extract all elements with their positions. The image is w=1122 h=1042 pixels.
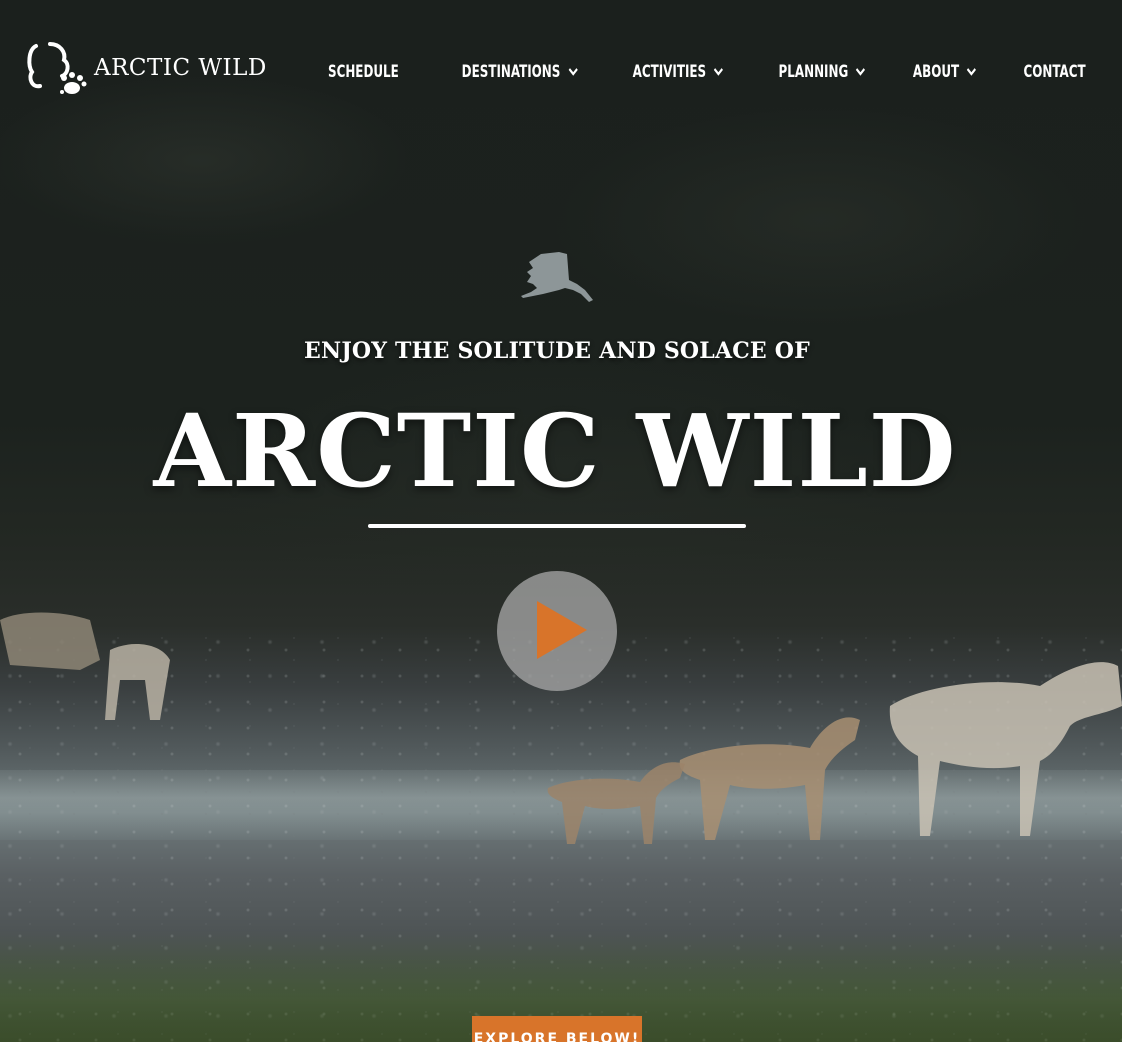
- nav-item-contact[interactable]: CONTACT: [1024, 62, 1086, 82]
- nav-item-label: CONTACT: [1023, 62, 1086, 82]
- nav-item-activities[interactable]: ACTIVITIES: [633, 62, 724, 82]
- bear-paw-icon: [27, 42, 87, 94]
- nav-item-about[interactable]: ABOUT: [912, 62, 977, 82]
- caribou-herd-illustration: [0, 612, 170, 720]
- nav-item-label: ACTIVITIES: [632, 62, 707, 82]
- alaska-map-icon: [521, 252, 593, 302]
- explore-below-button[interactable]: EXPLORE BELOW!: [472, 1016, 642, 1042]
- hero-title: ARCTIC WILD: [153, 392, 957, 510]
- nav-item-label: SCHEDULE: [327, 62, 399, 82]
- caribou-calf-illustration: [679, 717, 860, 840]
- hero-section: ARCTIC WILD SCHEDULE DESTINATIONS ACTIVI…: [0, 0, 1122, 1042]
- caribou-calf-illustration: [547, 762, 685, 844]
- nav-item-planning[interactable]: PLANNING: [778, 62, 865, 82]
- nav-item-schedule[interactable]: SCHEDULE: [328, 62, 399, 82]
- nav-item-label: DESTINATIONS: [461, 62, 561, 82]
- video-play-button[interactable]: [497, 571, 617, 691]
- play-icon: [537, 601, 587, 659]
- nav-item-label: ABOUT: [912, 62, 960, 82]
- hero-tagline: ENJOY THE SOLITUDE AND SOLACE OF: [304, 338, 810, 364]
- main-nav: SCHEDULE DESTINATIONS ACTIVITIES PLANNIN…: [278, 62, 1086, 82]
- chevron-down-icon: [714, 68, 724, 76]
- nav-item-label: PLANNING: [778, 62, 848, 82]
- chevron-down-icon: [855, 68, 865, 76]
- chevron-down-icon: [967, 68, 977, 76]
- brand-name: ARCTIC WILD: [94, 55, 267, 81]
- title-underline: [368, 524, 746, 528]
- site-logo[interactable]: ARCTIC WILD: [26, 40, 267, 100]
- site-header: ARCTIC WILD SCHEDULE DESTINATIONS ACTIVI…: [0, 0, 1122, 140]
- caribou-illustration: [889, 662, 1122, 836]
- chevron-down-icon: [568, 68, 578, 76]
- nav-item-destinations[interactable]: DESTINATIONS: [461, 62, 578, 82]
